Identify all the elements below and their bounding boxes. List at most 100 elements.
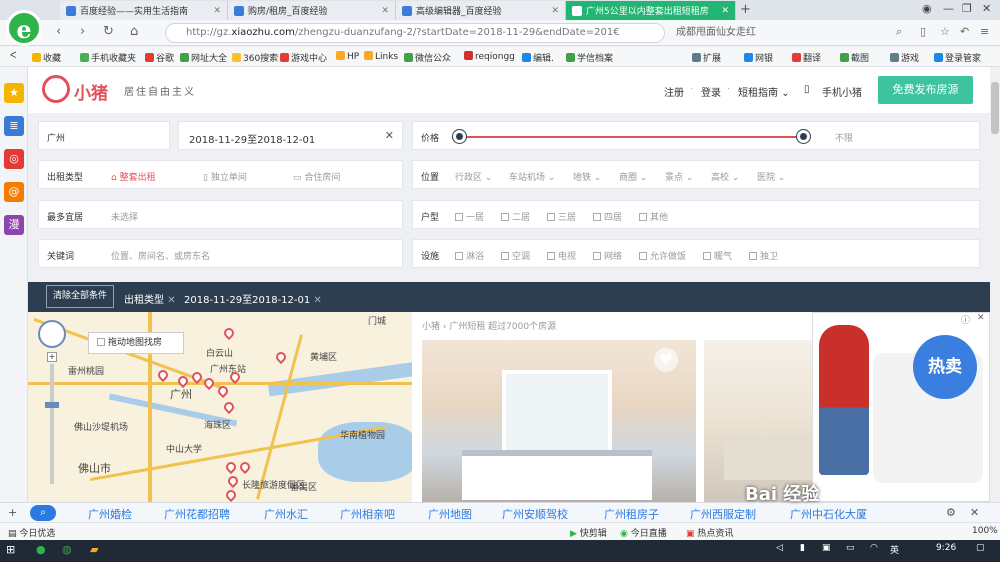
- login-manager-button[interactable]: 登录管家: [934, 51, 981, 64]
- checkbox[interactable]: [593, 213, 601, 221]
- map-marker[interactable]: [221, 325, 237, 341]
- url-input[interactable]: http://gz.xiaozhu.com/zhengzu-duanzufang…: [165, 23, 665, 43]
- layout-option[interactable]: 二居: [501, 210, 530, 223]
- checkbox[interactable]: [639, 252, 647, 260]
- bookmark-item[interactable]: 手机收藏夹: [80, 51, 136, 64]
- close-icon[interactable]: ✕: [715, 6, 729, 16]
- checkbox[interactable]: [455, 252, 463, 260]
- checkbox[interactable]: [547, 213, 555, 221]
- hot-search-link[interactable]: 广州花都招聘: [164, 506, 230, 522]
- register-link[interactable]: 注册: [664, 84, 684, 99]
- notification-icon[interactable]: ▢: [976, 543, 985, 553]
- bookmark-item[interactable]: 编辑.: [522, 51, 554, 64]
- tray-icon[interactable]: ▣: [822, 543, 831, 553]
- minimize-icon[interactable]: —: [943, 2, 954, 15]
- game-button[interactable]: 游戏: [890, 51, 919, 64]
- favorite-heart-icon[interactable]: ♥: [654, 348, 678, 372]
- location-scenic-dropdown[interactable]: 景点 ⌄: [665, 170, 693, 183]
- status-item[interactable]: ▶ 快剪辑: [570, 526, 607, 539]
- extensions-button[interactable]: 扩展: [692, 51, 721, 64]
- map-marker[interactable]: [155, 367, 171, 383]
- facility-option[interactable]: 网络: [593, 249, 622, 262]
- bookmark-item[interactable]: reqiongg: [464, 51, 515, 62]
- close-icon[interactable]: ✕: [207, 6, 221, 16]
- location-district-dropdown[interactable]: 行政区 ⌄: [455, 170, 492, 183]
- clear-all-button[interactable]: 清除全部条件: [46, 285, 114, 308]
- facility-option[interactable]: 淋浴: [455, 249, 484, 262]
- layout-option[interactable]: 一居: [455, 210, 484, 223]
- facility-option[interactable]: 暖气: [703, 249, 732, 262]
- settings-icon[interactable]: ⚙: [946, 506, 956, 519]
- daily-picks-link[interactable]: ▤ 今日优选: [8, 526, 55, 539]
- checkbox[interactable]: [97, 338, 105, 346]
- facility-option[interactable]: 电视: [547, 249, 576, 262]
- checkbox[interactable]: [703, 252, 711, 260]
- mobile-app-link[interactable]: 手机小猪: [822, 84, 862, 99]
- close-window-icon[interactable]: ✕: [982, 2, 991, 15]
- back-icon[interactable]: ‹: [56, 24, 61, 39]
- brand-name[interactable]: 小猪: [74, 79, 108, 104]
- location-college-dropdown[interactable]: 高校 ⌄: [711, 170, 739, 183]
- location-hospital-dropdown[interactable]: 医院 ⌄: [757, 170, 785, 183]
- layout-option[interactable]: 三居: [547, 210, 576, 223]
- translate-button[interactable]: 翻译: [792, 51, 821, 64]
- network-icon[interactable]: ▮: [800, 543, 805, 553]
- facility-option[interactable]: 允许做饭: [639, 249, 686, 262]
- bookmark-item[interactable]: Links: [364, 51, 398, 62]
- home-icon[interactable]: ⌂: [130, 24, 138, 39]
- checkbox[interactable]: [749, 252, 757, 260]
- menu-icon[interactable]: ≡: [980, 25, 989, 38]
- ad-panel[interactable]: 热卖 ⓘ ✕: [812, 312, 990, 502]
- new-tab-button[interactable]: +: [740, 2, 751, 17]
- map-marker[interactable]: [201, 375, 217, 391]
- city-select[interactable]: 广州: [38, 121, 170, 150]
- clear-icon[interactable]: ✕: [385, 129, 394, 142]
- hot-search-link[interactable]: 广州地图: [428, 506, 472, 522]
- map-marker[interactable]: [237, 459, 253, 475]
- location-station-dropdown[interactable]: 车站机场 ⌄: [509, 170, 555, 183]
- close-icon[interactable]: ✕: [375, 6, 389, 16]
- map-view[interactable]: + 拖动地图找房 白云山 广州东站 黄埔区 海珠区 佛山沙堤机场 佛山市 番禺区…: [28, 312, 412, 502]
- zoom-slider-handle[interactable]: [45, 402, 59, 408]
- ebank-button[interactable]: 网银: [744, 51, 773, 64]
- bookmark-icon[interactable]: ☆: [940, 25, 950, 38]
- type-whole-option[interactable]: ⌂ 整套出租: [111, 170, 156, 183]
- layout-option[interactable]: 其他: [639, 210, 668, 223]
- checkbox[interactable]: [501, 213, 509, 221]
- favorites-icon[interactable]: ★: [4, 83, 24, 103]
- close-icon[interactable]: ✕: [313, 295, 321, 306]
- facility-option[interactable]: 空调: [501, 249, 530, 262]
- hot-search-link[interactable]: 广州水汇: [264, 506, 308, 522]
- ime-indicator[interactable]: 英: [890, 543, 899, 556]
- bookmark-item[interactable]: 收藏: [32, 51, 61, 64]
- guide-menu[interactable]: 短租指南 ⌄: [738, 84, 790, 99]
- drag-map-search-checkbox[interactable]: 拖动地图找房: [88, 332, 184, 354]
- forward-icon[interactable]: ›: [80, 24, 85, 39]
- comic-icon[interactable]: 漫: [4, 215, 24, 235]
- wifi-icon[interactable]: ◠: [870, 543, 878, 553]
- hot-search-link[interactable]: 广州中石化大厦: [790, 506, 867, 522]
- checkbox[interactable]: [639, 213, 647, 221]
- bookmark-item[interactable]: 微信公众: [404, 51, 451, 64]
- checkbox[interactable]: [593, 252, 601, 260]
- search-box[interactable]: 成都甩面仙女走红: [668, 23, 908, 43]
- reader-icon[interactable]: ≣: [4, 116, 24, 136]
- close-icon[interactable]: ✕: [977, 313, 985, 323]
- hot-search-link[interactable]: 广州相亲吧: [340, 506, 395, 522]
- zoom-level[interactable]: 100%: [972, 526, 998, 536]
- add-icon[interactable]: +: [8, 506, 17, 519]
- scrollbar-thumb[interactable]: [991, 82, 999, 134]
- close-icon[interactable]: ✕: [167, 295, 175, 306]
- status-item[interactable]: ◉ 今日直播: [620, 526, 667, 539]
- bookmark-collapse-icon[interactable]: ᐸ: [10, 51, 17, 61]
- price-slider-track[interactable]: [459, 136, 803, 138]
- tab-baidu-jingyan[interactable]: 百度经验——实用生活指南 ✕: [60, 1, 228, 20]
- price-slider-max-handle[interactable]: [797, 130, 810, 143]
- listing-photo[interactable]: ♥: [422, 340, 696, 502]
- tab-editor[interactable]: 高级编辑器_百度经验 ✕: [396, 1, 566, 20]
- wechat-taskbar-icon[interactable]: ◍: [62, 543, 72, 556]
- map-marker[interactable]: [225, 473, 241, 489]
- location-metro-dropdown[interactable]: 地铁 ⌄: [573, 170, 601, 183]
- date-range-input[interactable]: 2018-11-29至2018-12-01 ✕: [178, 121, 403, 150]
- browser-logo-icon[interactable]: e: [6, 10, 42, 46]
